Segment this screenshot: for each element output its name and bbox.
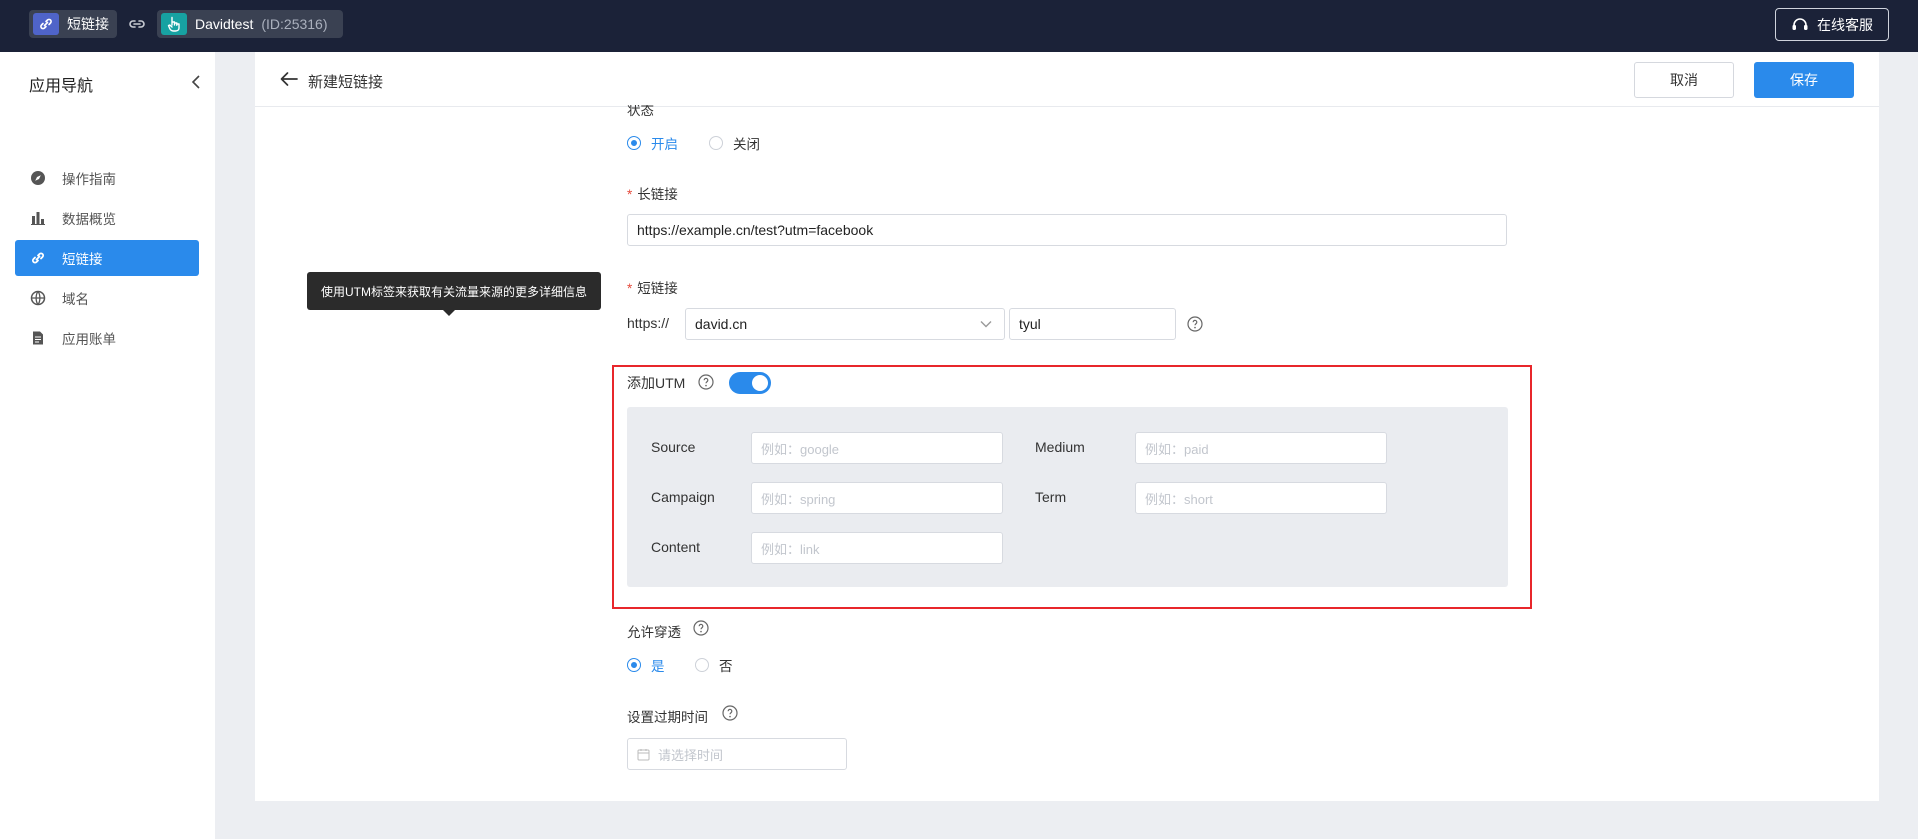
bar-chart-icon	[29, 209, 47, 227]
sidebar: 应用导航 操作指南数据概览短链接域名应用账单	[0, 52, 215, 839]
sidebar-item-label: 操作指南	[62, 172, 116, 187]
compass-icon	[29, 169, 47, 187]
short-path-input[interactable]: tyul	[1009, 308, 1176, 340]
calendar-icon	[637, 748, 650, 761]
sidebar-item-domain[interactable]: 域名	[15, 280, 199, 316]
radio-dot	[627, 136, 641, 150]
passthrough-radio-yes[interactable]: 是	[627, 655, 665, 675]
help-icon[interactable]	[1187, 316, 1203, 332]
back-arrow-icon[interactable]	[279, 70, 299, 88]
radio-dot	[695, 658, 709, 672]
long-link-input[interactable]: https://example.cn/test?utm=facebook	[627, 214, 1507, 246]
radio-dot	[709, 136, 723, 150]
status-off-label: 关闭	[733, 137, 760, 152]
cancel-button[interactable]: 取消	[1634, 62, 1734, 98]
app-switcher[interactable]: 短链接	[29, 10, 117, 38]
link-app-icon	[33, 13, 59, 35]
app-name: 短链接	[67, 16, 109, 32]
globe-icon	[29, 289, 47, 307]
collapse-sidebar-button[interactable]	[188, 72, 204, 92]
passthrough-help-icon[interactable]	[693, 620, 709, 636]
sidebar-item-label: 应用账单	[62, 332, 116, 347]
support-label: 在线客服	[1817, 16, 1873, 33]
short-link-prefix: https://	[627, 315, 670, 331]
utm-content-input[interactable]: 例如：link	[751, 532, 1003, 564]
short-link-label: * 短链接	[627, 281, 678, 296]
utm-content-label: Content	[651, 539, 701, 555]
passthrough-yes-label: 是	[651, 659, 665, 674]
status-radio-on[interactable]: 开启	[627, 133, 678, 153]
chain-link-icon	[129, 20, 145, 28]
sidebar-item-short-link[interactable]: 短链接	[15, 240, 199, 276]
long-link-label-text: 长链接	[637, 187, 678, 202]
sidebar-title: 应用导航	[29, 78, 94, 95]
touch-icon	[161, 13, 187, 35]
sidebar-item-label: 短链接	[62, 252, 103, 267]
chevron-down-icon	[980, 321, 992, 328]
utm-label: 添加UTM	[627, 375, 686, 391]
utm-campaign-label: Campaign	[651, 489, 715, 505]
utm-tooltip: 使用UTM标签来获取有关流量来源的更多详细信息	[307, 272, 601, 316]
page-header: 新建短链接 取消 保存	[255, 52, 1879, 107]
long-link-label: * 长链接	[627, 187, 678, 202]
domain-select[interactable]: david.cn	[685, 308, 1005, 340]
passthrough-no-label: 否	[719, 659, 733, 674]
expire-placeholder: 请选择时间	[658, 747, 724, 763]
utm-campaign-input[interactable]: 例如：spring	[751, 482, 1003, 514]
headset-icon	[1791, 17, 1809, 33]
document-icon	[29, 329, 47, 347]
online-support-button[interactable]: 在线客服	[1775, 8, 1889, 41]
sidebar-item-billing[interactable]: 应用账单	[15, 320, 199, 356]
expire-date-input[interactable]: 请选择时间	[627, 738, 847, 770]
status-on-label: 开启	[651, 137, 678, 152]
passthrough-label: 允许穿透	[627, 625, 681, 640]
utm-help-icon[interactable]	[698, 374, 714, 390]
utm-toggle[interactable]	[729, 372, 771, 394]
utm-term-input[interactable]: 例如：short	[1135, 482, 1387, 514]
sidebar-item-overview[interactable]: 数据概览	[15, 200, 199, 236]
status-radio-off[interactable]: 关闭	[709, 133, 760, 153]
sidebar-item-guide[interactable]: 操作指南	[15, 160, 199, 196]
account-id: (ID:25316)	[261, 16, 328, 32]
radio-dot	[627, 658, 641, 672]
account-name: Davidtest	[195, 16, 254, 32]
sidebar-item-label: 数据概览	[62, 212, 116, 227]
passthrough-radio-no[interactable]: 否	[695, 655, 733, 675]
expire-label: 设置过期时间	[627, 710, 708, 725]
save-button[interactable]: 保存	[1754, 62, 1854, 98]
short-link-label-text: 短链接	[637, 281, 678, 296]
utm-source-label: Source	[651, 439, 696, 455]
top-bar: 短链接 Davidtest (ID:25316) 在线客服	[0, 0, 1918, 52]
domain-value: david.cn	[695, 316, 748, 332]
link-icon	[29, 249, 47, 267]
utm-term-label: Term	[1035, 489, 1067, 505]
account-switcher[interactable]: Davidtest (ID:25316)	[157, 10, 343, 38]
utm-medium-input[interactable]: 例如：paid	[1135, 432, 1387, 464]
utm-source-input[interactable]: 例如：google	[751, 432, 1003, 464]
sidebar-item-label: 域名	[62, 292, 89, 307]
expire-help-icon[interactable]	[722, 705, 738, 721]
chevron-left-icon	[191, 75, 200, 89]
page-title: 新建短链接	[308, 74, 384, 91]
utm-medium-label: Medium	[1035, 439, 1085, 455]
